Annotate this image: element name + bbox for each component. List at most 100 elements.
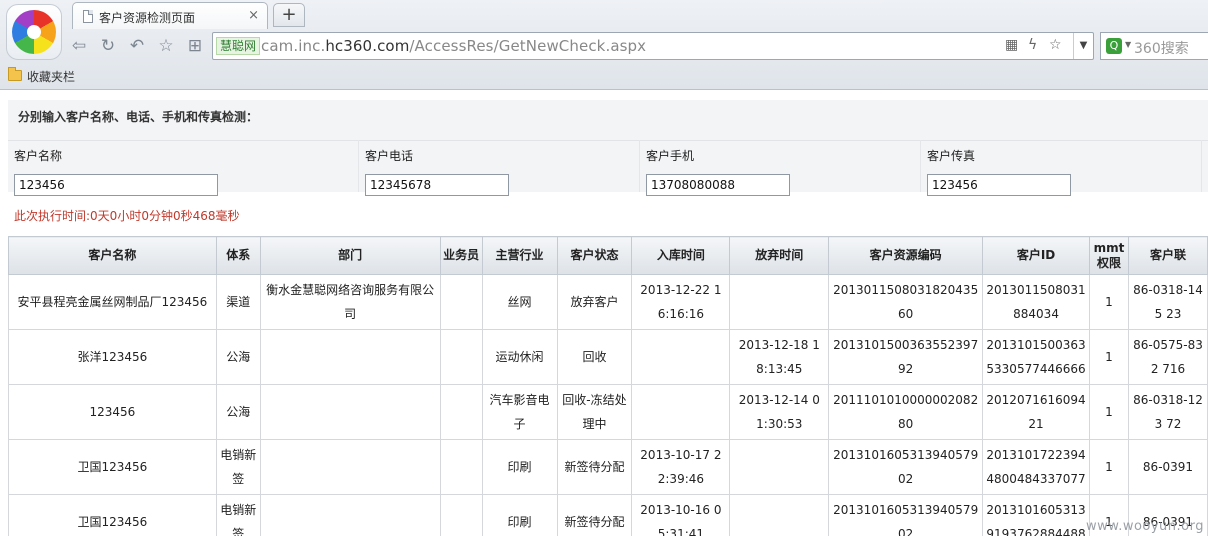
cell-department (259, 439, 441, 495)
cell-salesperson (439, 439, 483, 495)
search-box[interactable]: Q ▼ 360搜索 (1100, 32, 1208, 60)
tab-close-icon[interactable]: × (248, 8, 259, 23)
header-status[interactable]: 客户状态 (556, 236, 633, 275)
table-row[interactable]: 安平县程亮金属丝网制品厂123456 渠道 衡水金慧聪网络咨询服务有限公司 丝网 放弃客… (8, 274, 1208, 330)
header-customer-name[interactable]: 客户名称 (8, 236, 217, 275)
cell-abandon-time: 2013-12-18 18:13:45 (729, 329, 830, 385)
address-bar[interactable]: 慧聪网 cam.inc.hc360.com/AccessRes/GetNewCh… (212, 32, 1094, 60)
cell-mmt-permission: 1 (1089, 384, 1129, 440)
cell-salesperson (439, 494, 483, 536)
tab-active[interactable]: 客户资源检测页面 × (72, 2, 268, 29)
cell-customer-contact: 86-0391 (1127, 439, 1208, 495)
cell-customer-id: 20131016053139193762884488 (982, 494, 1090, 536)
cell-department (259, 384, 441, 440)
cell-status: 回收-冻结处理中 (556, 384, 633, 440)
header-entry-time[interactable]: 入库时间 (631, 236, 731, 275)
back-icon[interactable]: ⇦ (68, 35, 90, 57)
cell-status: 新签待分配 (556, 439, 633, 495)
cell-industry: 印刷 (481, 494, 558, 536)
cell-system: 公海 (215, 384, 261, 440)
url-path: /AccessRes/GetNewCheck.aspx (409, 37, 647, 55)
cell-system: 渠道 (215, 274, 261, 330)
cell-resource-code: 201310150036355239792 (828, 329, 984, 385)
cell-customer-name: 卫国123456 (8, 439, 217, 495)
cell-customer-contact: 86-0318-123 72 (1127, 384, 1208, 440)
url-host: hc360.com (325, 37, 410, 55)
cell-salesperson (439, 329, 483, 385)
table-header-row: 客户名称 体系 部门 业务员 主营行业 客户状态 入库时间 放弃时间 客户资源编… (8, 236, 1208, 275)
document-icon (83, 10, 93, 23)
table-row[interactable]: 卫国123456 电销新签 印刷 新签待分配 2013-10-17 22:39:46 20… (8, 439, 1208, 495)
header-industry[interactable]: 主营行业 (481, 236, 558, 275)
cell-resource-code: 20130115080318204356​0 (828, 274, 984, 330)
cell-system: 电销新签 (215, 494, 261, 536)
cell-abandon-time (729, 494, 830, 536)
check-form: 分别输入客户名称、电话、手机和传真检测： 客户名称 客户电话 客户手机 客户传真 (8, 100, 1208, 196)
header-salesperson[interactable]: 业务员 (439, 236, 483, 275)
customer-name-input[interactable] (14, 174, 218, 196)
cell-customer-contact: 86-0575-832 716 (1127, 329, 1208, 385)
header-mmt-permission[interactable]: mmt权限 (1089, 236, 1129, 275)
cell-entry-time: 2013-12-22 16:16:16 (631, 274, 731, 330)
cell-department (259, 329, 441, 385)
header-customer-contact[interactable]: 客户联 (1127, 236, 1208, 275)
table-row[interactable]: 123456 公海 汽车影音电子 回收-冻结处理中 2013-12-14 01:30:5… (8, 384, 1208, 440)
header-customer-id[interactable]: 客户ID (982, 236, 1090, 275)
execution-time: 此次执行时间:0天0小时0分钟0秒468毫秒 (14, 209, 240, 223)
new-tab-button[interactable]: + (273, 3, 305, 27)
cell-status: 放弃客户 (556, 274, 633, 330)
url-text[interactable]: cam.inc.hc360.com/AccessRes/GetNewCheck.… (261, 37, 646, 55)
cell-mmt-permission: 1 (1089, 439, 1129, 495)
chevron-down-icon[interactable]: ▼ (1073, 33, 1093, 59)
site-badge: 慧聪网 (216, 37, 261, 55)
favorites-label[interactable]: 收藏夹栏 (27, 68, 75, 85)
cell-resource-code: 201310160531394057902 (828, 439, 984, 495)
cell-mmt-permission: 1 (1089, 329, 1129, 385)
customer-fax-input[interactable] (927, 174, 1071, 196)
cell-system: 公海 (215, 329, 261, 385)
cell-customer-name: 123456 (8, 384, 217, 440)
cell-entry-time: 2013-10-17 22:39:46 (631, 439, 731, 495)
header-resource-code[interactable]: 客户资源编码 (828, 236, 984, 275)
lightning-icon[interactable]: ϟ (1028, 37, 1037, 53)
star-icon[interactable]: ☆ (155, 35, 177, 57)
qr-code-icon[interactable]: ▦ (1005, 37, 1018, 53)
customer-mobile-label: 客户手机 (646, 149, 695, 163)
cell-status: 新签待分配 (556, 494, 633, 536)
cell-entry-time: 2013-10-16 05:31:41 (631, 494, 731, 536)
cell-abandon-time: 2013-12-14 01:30:53 (729, 384, 830, 440)
cell-department: 衡水金慧聪网络咨询服务有限公司 (259, 274, 441, 330)
cell-mmt-permission: 1 (1089, 274, 1129, 330)
customer-fax-label: 客户传真 (927, 149, 976, 163)
refresh-icon[interactable]: ↻ (97, 35, 119, 57)
header-department[interactable]: 部门 (259, 236, 441, 275)
cell-entry-time (631, 384, 731, 440)
watermark: www.wooyun.org (1085, 519, 1204, 534)
form-label-row (8, 140, 1208, 166)
url-prefix: cam.inc. (261, 37, 326, 55)
cell-industry: 运动休闲 (481, 329, 558, 385)
cell-entry-time (631, 329, 731, 385)
customer-mobile-input[interactable] (646, 174, 790, 196)
cell-industry: 印刷 (481, 439, 558, 495)
apps-grid-icon[interactable]: ⊞ (184, 35, 206, 57)
search-engine-dropdown-icon[interactable]: ▼ (1125, 40, 1131, 49)
cell-salesperson (439, 384, 483, 440)
browser-logo-icon[interactable] (6, 4, 62, 60)
tab-title: 客户资源检测页面 (99, 11, 196, 25)
customer-name-label: 客户名称 (14, 149, 63, 163)
search-engine-icon[interactable]: Q (1106, 38, 1122, 54)
cell-customer-name: 安平县程亮金属丝网制品厂123456 (8, 274, 217, 330)
cell-industry: 丝网 (481, 274, 558, 330)
undo-close-icon[interactable]: ↶ (126, 35, 148, 57)
table-row[interactable]: 卫国123456 电销新签 印刷 新签待分配 2013-10-16 05:31:41 20… (8, 494, 1208, 536)
cell-system: 电销新签 (215, 439, 261, 495)
folder-icon (8, 67, 22, 81)
cell-salesperson (439, 274, 483, 330)
cell-department (259, 494, 441, 536)
customer-phone-input[interactable] (365, 174, 509, 196)
header-system[interactable]: 体系 (215, 236, 261, 275)
header-abandon-time[interactable]: 放弃时间 (729, 236, 830, 275)
favorite-star-icon[interactable]: ☆ (1049, 37, 1062, 53)
table-row[interactable]: 张洋123456 公海 运动休闲 回收 2013-12-18 18:13:45 20131… (8, 329, 1208, 385)
